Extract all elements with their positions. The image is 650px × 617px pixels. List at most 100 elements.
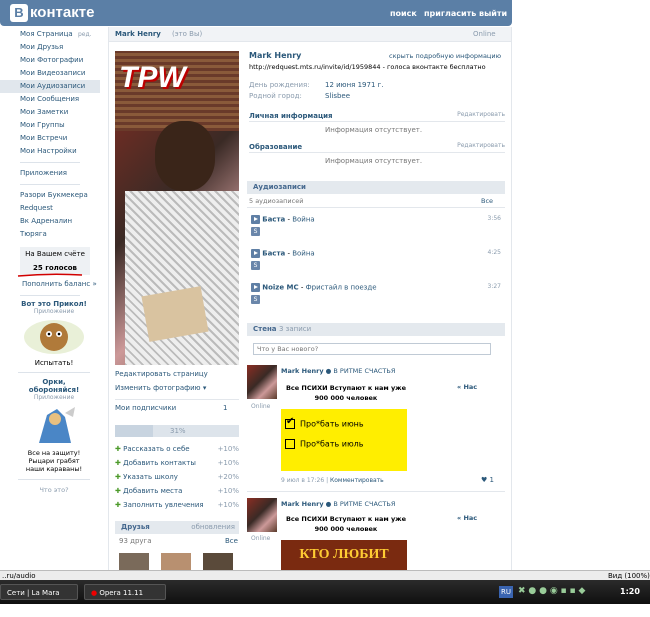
action-interests[interactable]: ✚ Заполнить увлечения +10% <box>115 501 239 515</box>
ad1-subtitle: Приложение <box>33 308 75 315</box>
sidebar-item-messages[interactable]: Мои Сообщения <box>0 93 100 106</box>
tpw-logo: TPW <box>119 61 186 94</box>
clock: 1:20 <box>620 587 640 596</box>
plus-icon: ✚ <box>115 459 121 467</box>
sidebar-item-notes[interactable]: Мои Заметки <box>0 106 100 119</box>
audio-count: 5 аудиозаписей <box>249 197 304 205</box>
download-icon[interactable]: S <box>251 227 260 236</box>
subscribers-link[interactable]: Мои подписчики <box>115 404 176 412</box>
friends-header[interactable]: Друзья обновления <box>115 521 239 534</box>
friends-count: 93 друга <box>119 537 152 545</box>
sidebar-item-groups[interactable]: Мои Группы <box>0 119 100 132</box>
opera-icon: ● <box>91 589 98 597</box>
windows-taskbar: Сети | La Mara Sal... ● Opera 11.11 (210… <box>0 580 650 613</box>
sidebar-app-2[interactable]: Redquest <box>0 202 100 215</box>
play-icon[interactable] <box>251 249 260 258</box>
sidebar-item-friends[interactable]: Мои Друзья <box>0 41 100 54</box>
sidebar-item-events[interactable]: Мои Встречи <box>0 132 100 145</box>
sidebar-app-1[interactable]: Разори Букмекера <box>0 189 100 202</box>
left-sidebar: Моя Страница ред. Мои Друзья Мои Фотограф… <box>0 28 100 494</box>
post-group[interactable]: ● В РИТМЕ СЧАСТЬЯ <box>326 367 396 375</box>
audio-header[interactable]: Аудиозаписи <box>247 181 505 194</box>
friend-avatar[interactable] <box>161 553 191 570</box>
divider <box>247 491 505 492</box>
checkbox-icon <box>285 439 295 449</box>
balance-value: 25 голосов <box>33 264 77 272</box>
post-author[interactable]: Mark Henry <box>281 367 324 375</box>
city-value[interactable]: Slisbee <box>325 92 350 100</box>
friends-all-link[interactable]: Все <box>225 537 238 545</box>
post-avatar[interactable] <box>247 365 277 399</box>
vk-logo[interactable]: Bконтакте <box>10 4 94 22</box>
sidebar-app-4[interactable]: Тюряга <box>0 228 100 241</box>
friend-avatar[interactable] <box>203 553 233 570</box>
post-image[interactable]: ✔ Про*бать июнь Про*бать июль <box>281 409 407 471</box>
audio-all-link[interactable]: Все <box>481 197 493 205</box>
post-group[interactable]: ● В РИТМЕ СЧАСТЬЯ <box>326 500 396 508</box>
ad2-text[interactable]: Все на защиту! Рыцари грабят наши карава… <box>19 449 89 473</box>
edit-page-link[interactable]: Редактировать страницу <box>115 370 208 378</box>
ad1-text[interactable]: Испытать! <box>8 359 100 367</box>
play-icon[interactable] <box>251 215 260 224</box>
sidebar-app-3[interactable]: Вк Адреналин <box>0 215 100 228</box>
what-is-this-link[interactable]: Что это? <box>8 486 100 494</box>
personal-info-heading[interactable]: Личная информация <box>249 112 336 120</box>
taskbar-item-network[interactable]: Сети | La Mara Sal... <box>0 584 78 613</box>
nav-search[interactable]: поиск <box>390 9 417 18</box>
action-contacts[interactable]: ✚ Добавить контакты +10% <box>115 459 239 473</box>
education-heading[interactable]: Образование <box>249 143 305 151</box>
sidebar-item-apps[interactable]: Приложения <box>0 167 100 180</box>
action-school[interactable]: ✚ Указать школу +20% <box>115 473 239 487</box>
ad2-title[interactable]: Орки, обороняйся! <box>19 378 89 394</box>
sidebar-item-my-page[interactable]: Моя Страница ред. <box>0 28 100 41</box>
post-text: Все ПСИХИ Вступают к нам уже 900 000 чел… <box>285 515 407 533</box>
balance-box: На Вашем счёте 25 голосов <box>20 247 90 275</box>
divider <box>20 162 80 163</box>
post-image[interactable]: КТО ЛЮБИТ <box>281 540 407 570</box>
sidebar-item-photos[interactable]: Мои Фотографии <box>0 54 100 67</box>
nav-logout[interactable]: выйти <box>479 9 507 18</box>
sidebar-item-settings[interactable]: Мои Настройки <box>0 145 100 158</box>
tray-icons[interactable]: ✖ ● ● ◉ ▪ ▪ ◆ <box>518 586 585 596</box>
sidebar-item-videos[interactable]: Мои Видеозаписи <box>0 67 100 80</box>
post-author[interactable]: Mark Henry <box>281 500 324 508</box>
profile-photo[interactable]: TPW <box>115 51 239 365</box>
top-name-note: (это Вы) <box>172 30 203 38</box>
friend-avatar[interactable] <box>119 553 149 570</box>
monkey-icon[interactable] <box>24 320 84 354</box>
post-meta: 9 июл в 17:26 | Комментировать <box>281 477 384 484</box>
language-indicator[interactable]: RU <box>499 586 513 598</box>
birthday-label: День рождения: <box>249 81 310 89</box>
post-back-link[interactable]: « Нас <box>457 383 477 391</box>
orc-knight-icon[interactable] <box>29 405 79 445</box>
post-avatar[interactable] <box>247 498 277 532</box>
download-icon[interactable]: S <box>251 261 260 270</box>
personal-edit-link[interactable]: Редактировать <box>457 111 505 118</box>
sidebar-item-audio[interactable]: Мои Аудиозаписи <box>0 80 100 93</box>
divider <box>18 372 90 373</box>
taskbar-item-opera[interactable]: ● Opera 11.11 (2109):... <box>84 584 166 613</box>
education-edit-link[interactable]: Редактировать <box>457 142 505 149</box>
main-content: Mark Henry (это Вы) Online TPW Редактиро… <box>108 27 512 570</box>
wall-post-input[interactable] <box>253 343 491 355</box>
birthday-value[interactable]: 12 июня 1971 г. <box>325 81 384 89</box>
post-back-link[interactable]: « Нас <box>457 514 477 522</box>
post-text: Все ПСИХИ Вступают к нам уже 900 000 чел… <box>285 384 407 402</box>
edit-link[interactable]: ред. <box>78 28 92 41</box>
nav-invite[interactable]: пригласить <box>424 9 476 18</box>
comment-link[interactable]: Комментировать <box>330 477 384 484</box>
status-text[interactable]: http://redquest.mts.ru/invite/id/1959844… <box>249 63 505 71</box>
download-icon[interactable]: S <box>251 295 260 304</box>
play-icon[interactable] <box>251 283 260 292</box>
action-about[interactable]: ✚ Рассказать о себе +10% <box>115 445 239 459</box>
action-places[interactable]: ✚ Добавить места +10% <box>115 487 239 501</box>
plus-icon: ✚ <box>115 501 121 509</box>
topup-link[interactable]: Пополнить баланс » <box>0 278 100 291</box>
ad1-title[interactable]: Вот это Прикол! <box>8 300 100 308</box>
wall-header[interactable]: Стена 3 записи <box>247 323 505 336</box>
hide-info-link[interactable]: скрыть подробную информацию <box>389 52 501 60</box>
plus-icon: ✚ <box>115 487 121 495</box>
like-button[interactable]: ♥ 1 <box>481 476 494 484</box>
plus-icon: ✚ <box>115 445 121 453</box>
change-photo-link[interactable]: Изменить фотографию ▾ <box>115 384 206 392</box>
